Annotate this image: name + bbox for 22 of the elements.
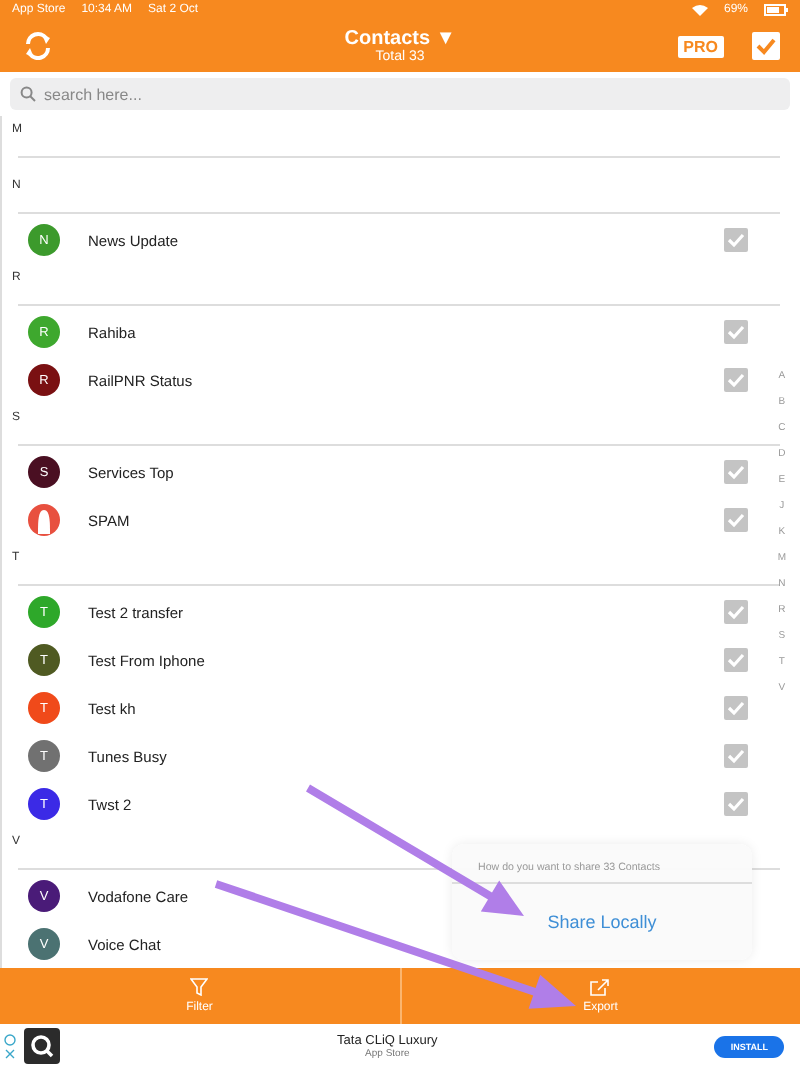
checkbox[interactable] [724,696,748,720]
export-icon [590,978,611,996]
checkbox[interactable] [724,648,748,672]
battery-icon [764,4,788,16]
checkbox[interactable] [724,508,748,532]
checkbox[interactable] [724,792,748,816]
share-locally-button[interactable]: Share Locally [452,884,752,960]
search-icon [20,86,36,102]
checkbox[interactable] [724,600,748,624]
select-all-checkbox-icon[interactable] [752,32,780,60]
sync-icon[interactable] [20,28,56,64]
checkbox[interactable] [724,460,748,484]
screen-title[interactable]: Contacts ▼ [344,28,456,50]
wifi-icon [691,4,708,16]
pro-badge[interactable]: PRO [677,35,724,57]
filter-icon [190,978,209,996]
checkbox[interactable] [724,744,748,768]
ad-info-icon[interactable] [4,1032,16,1060]
search-field[interactable]: search here... [10,78,790,110]
checkbox[interactable] [724,228,748,252]
checkbox[interactable] [724,368,748,392]
checkbox[interactable] [724,320,748,344]
